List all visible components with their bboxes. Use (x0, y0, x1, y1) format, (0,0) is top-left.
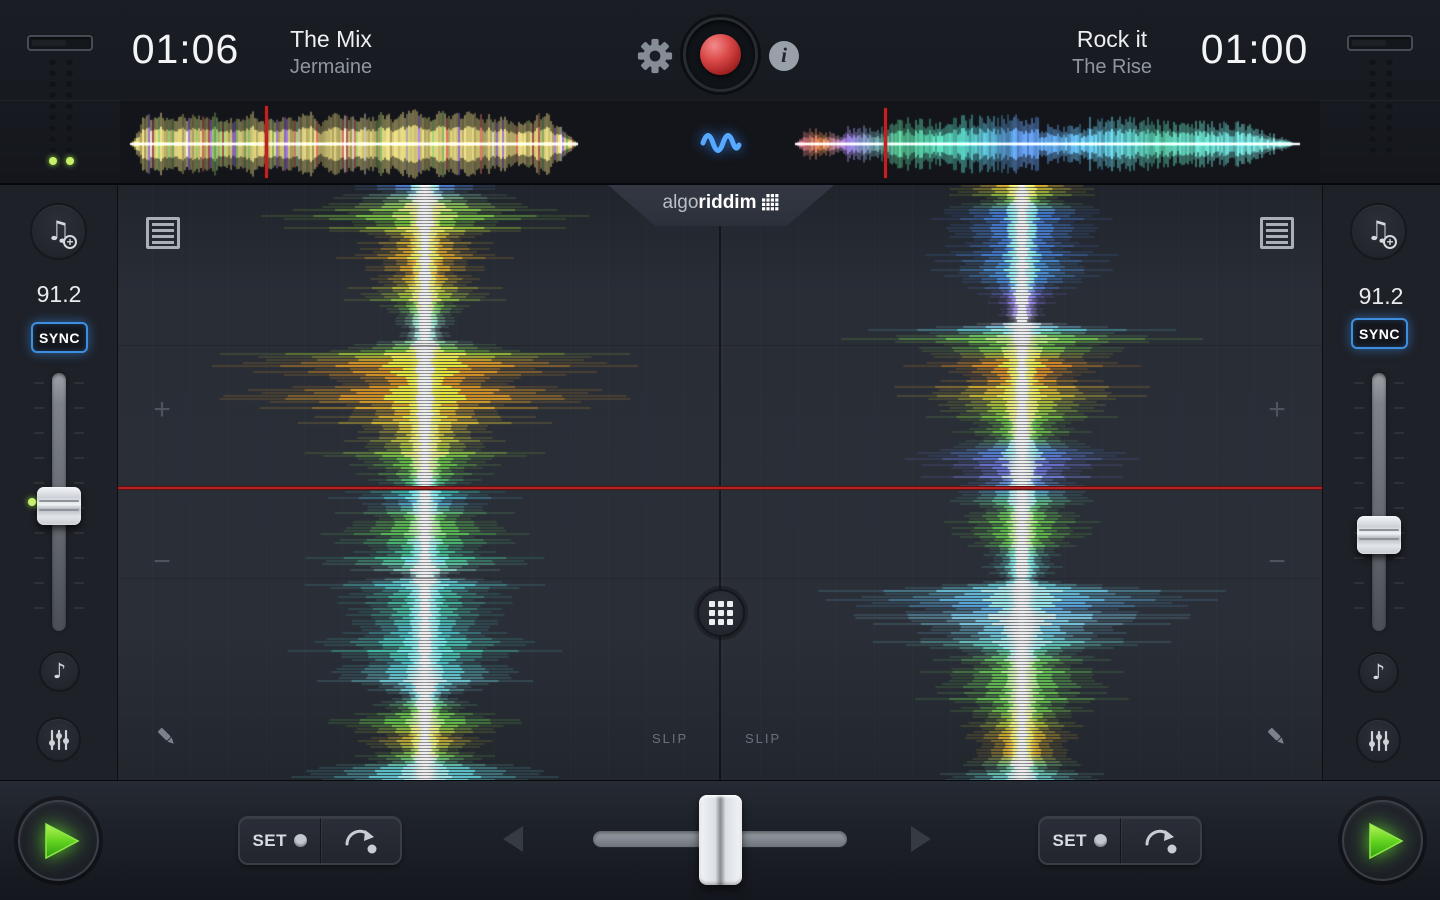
deck-b-track-artist: The Rise (1071, 56, 1153, 78)
mixer-sliders-icon (1368, 730, 1389, 751)
deck-b-cue-group: SET (1038, 816, 1202, 865)
deck-b-jump-cue-button[interactable] (1121, 818, 1201, 863)
deck-a-time: 01:06 (131, 26, 240, 72)
logo-text-bold: riddim (698, 191, 757, 213)
deck-b-playlist-icon[interactable] (1260, 217, 1294, 249)
deck-a-playlist-icon[interactable] (146, 217, 180, 249)
logo-text-light: algo (662, 191, 699, 213)
deck-a-level-meter (27, 35, 93, 51)
info-button[interactable]: i (769, 41, 799, 71)
deck-a-track-artist: Jermaine (289, 56, 373, 78)
play-icon (1368, 822, 1404, 859)
deck-b-sync-button[interactable]: SYNC (1351, 318, 1408, 349)
deck-a-overview-playhead (265, 106, 268, 178)
deck-b-track-title: Rock it (1076, 26, 1148, 52)
top-bar: 01:06 The Mix Jermaine i Rock it The Ris… (0, 0, 1440, 185)
deck-a-sync-button[interactable]: SYNC (31, 322, 88, 353)
deck-a-meter-green-led (49, 157, 57, 165)
deck-a-meter-leds (66, 58, 74, 157)
play-icon (44, 822, 80, 859)
deck-b-zoom-in-button[interactable]: + (1257, 393, 1297, 427)
deck-b-load-track-button[interactable]: ♫ + (1350, 203, 1407, 260)
deck-b-pitch-ticks (1354, 382, 1364, 632)
deck-a-play-button[interactable] (18, 800, 99, 881)
set-label: SET (1052, 830, 1088, 850)
deck-b-set-cue-button[interactable]: SET (1040, 818, 1121, 863)
pads-grid-button[interactable] (697, 589, 745, 637)
crossfader-left-arrow[interactable] (503, 826, 523, 852)
deck-a-zoom-in-button[interactable]: + (142, 393, 182, 427)
deck-a-overview-waveform[interactable] (120, 100, 665, 184)
deck-b-mixer-button[interactable] (1356, 718, 1401, 763)
deck-b-time: 01:00 (1200, 26, 1309, 72)
waveform-mode-icon[interactable] (697, 121, 745, 165)
logo-dots-icon (762, 194, 779, 211)
deck-b-meter-leds (1369, 58, 1377, 157)
set-label: SET (252, 830, 288, 850)
deck-a-level-bar (32, 40, 66, 46)
deck-a-mixer-button[interactable] (36, 717, 81, 762)
deck-area: + − + − algo riddim SLIP SLIP (0, 185, 1440, 780)
settings-gear-icon[interactable] (637, 38, 673, 74)
deck-divider (719, 185, 721, 780)
deck-a-waveform[interactable] (118, 185, 720, 780)
playhead-line (118, 486, 1322, 490)
deck-a-load-track-button[interactable]: ♫ + (30, 203, 87, 260)
deck-a-key-button[interactable]: ♪ (39, 651, 80, 692)
deck-b-overview-waveform[interactable] (780, 100, 1320, 184)
deck-a-track-info: The Mix Jermaine (246, 24, 416, 81)
deck-b-pitch-fader-track[interactable] (1372, 373, 1386, 631)
record-button[interactable] (683, 17, 758, 92)
deck-a-set-cue-button[interactable]: SET (240, 818, 321, 863)
plus-icon: + (1383, 235, 1397, 249)
deck-b-waveform[interactable] (720, 185, 1322, 780)
deck-a-meter-leds (49, 58, 57, 157)
deck-a-pitch-zero-led (28, 498, 36, 506)
deck-b-level-bar (1352, 40, 1386, 46)
transport-bar: SET SET (0, 780, 1440, 900)
deck-b-play-button[interactable] (1342, 800, 1423, 881)
deck-b-bpm: 91.2 (1358, 283, 1404, 309)
record-icon (700, 34, 741, 75)
deck-a-cue-group: SET (238, 816, 402, 865)
deck-b-slip-toggle[interactable]: SLIP (745, 731, 781, 746)
crossfader-right-arrow[interactable] (911, 826, 931, 852)
deck-a-jump-cue-button[interactable] (321, 818, 401, 863)
deck-b-track-info: Rock it The Rise (1027, 24, 1197, 81)
mixer-sliders-icon (48, 729, 69, 750)
deck-b-pitch-fader-knob[interactable] (1357, 516, 1401, 554)
deck-b-meter-leds (1386, 58, 1394, 157)
curved-arrow-icon (1145, 829, 1177, 853)
deck-a-track-title: The Mix (290, 26, 372, 52)
deck-b-level-meter (1347, 35, 1413, 51)
music-note-icon: ♪ (52, 659, 67, 683)
cue-dot-icon (294, 834, 308, 847)
grid-icon (709, 601, 733, 625)
deck-a-pitch-fader-knob[interactable] (37, 487, 81, 525)
djay-app: 01:06 The Mix Jermaine i Rock it The Ris… (0, 0, 1440, 900)
deck-b-edit-pencil-icon[interactable] (1263, 723, 1289, 749)
plus-icon: + (63, 235, 77, 249)
deck-a-meter-green-led (66, 157, 74, 165)
deck-b-key-button[interactable]: ♪ (1358, 652, 1399, 693)
deck-b-pitch-ticks (1394, 382, 1404, 632)
deck-a-zoom-out-button[interactable]: − (142, 545, 182, 579)
deck-a-bpm: 91.2 (36, 281, 82, 307)
cue-dot-icon (1094, 834, 1108, 847)
crossfader-knob[interactable] (699, 795, 742, 885)
deck-b-overview-playhead (884, 108, 887, 178)
curved-arrow-icon (345, 829, 377, 853)
deck-b-zoom-out-button[interactable]: − (1257, 545, 1297, 579)
deck-a-edit-pencil-icon[interactable] (153, 723, 179, 749)
deck-a-slip-toggle[interactable]: SLIP (652, 731, 688, 746)
music-note-icon: ♪ (1371, 660, 1386, 684)
